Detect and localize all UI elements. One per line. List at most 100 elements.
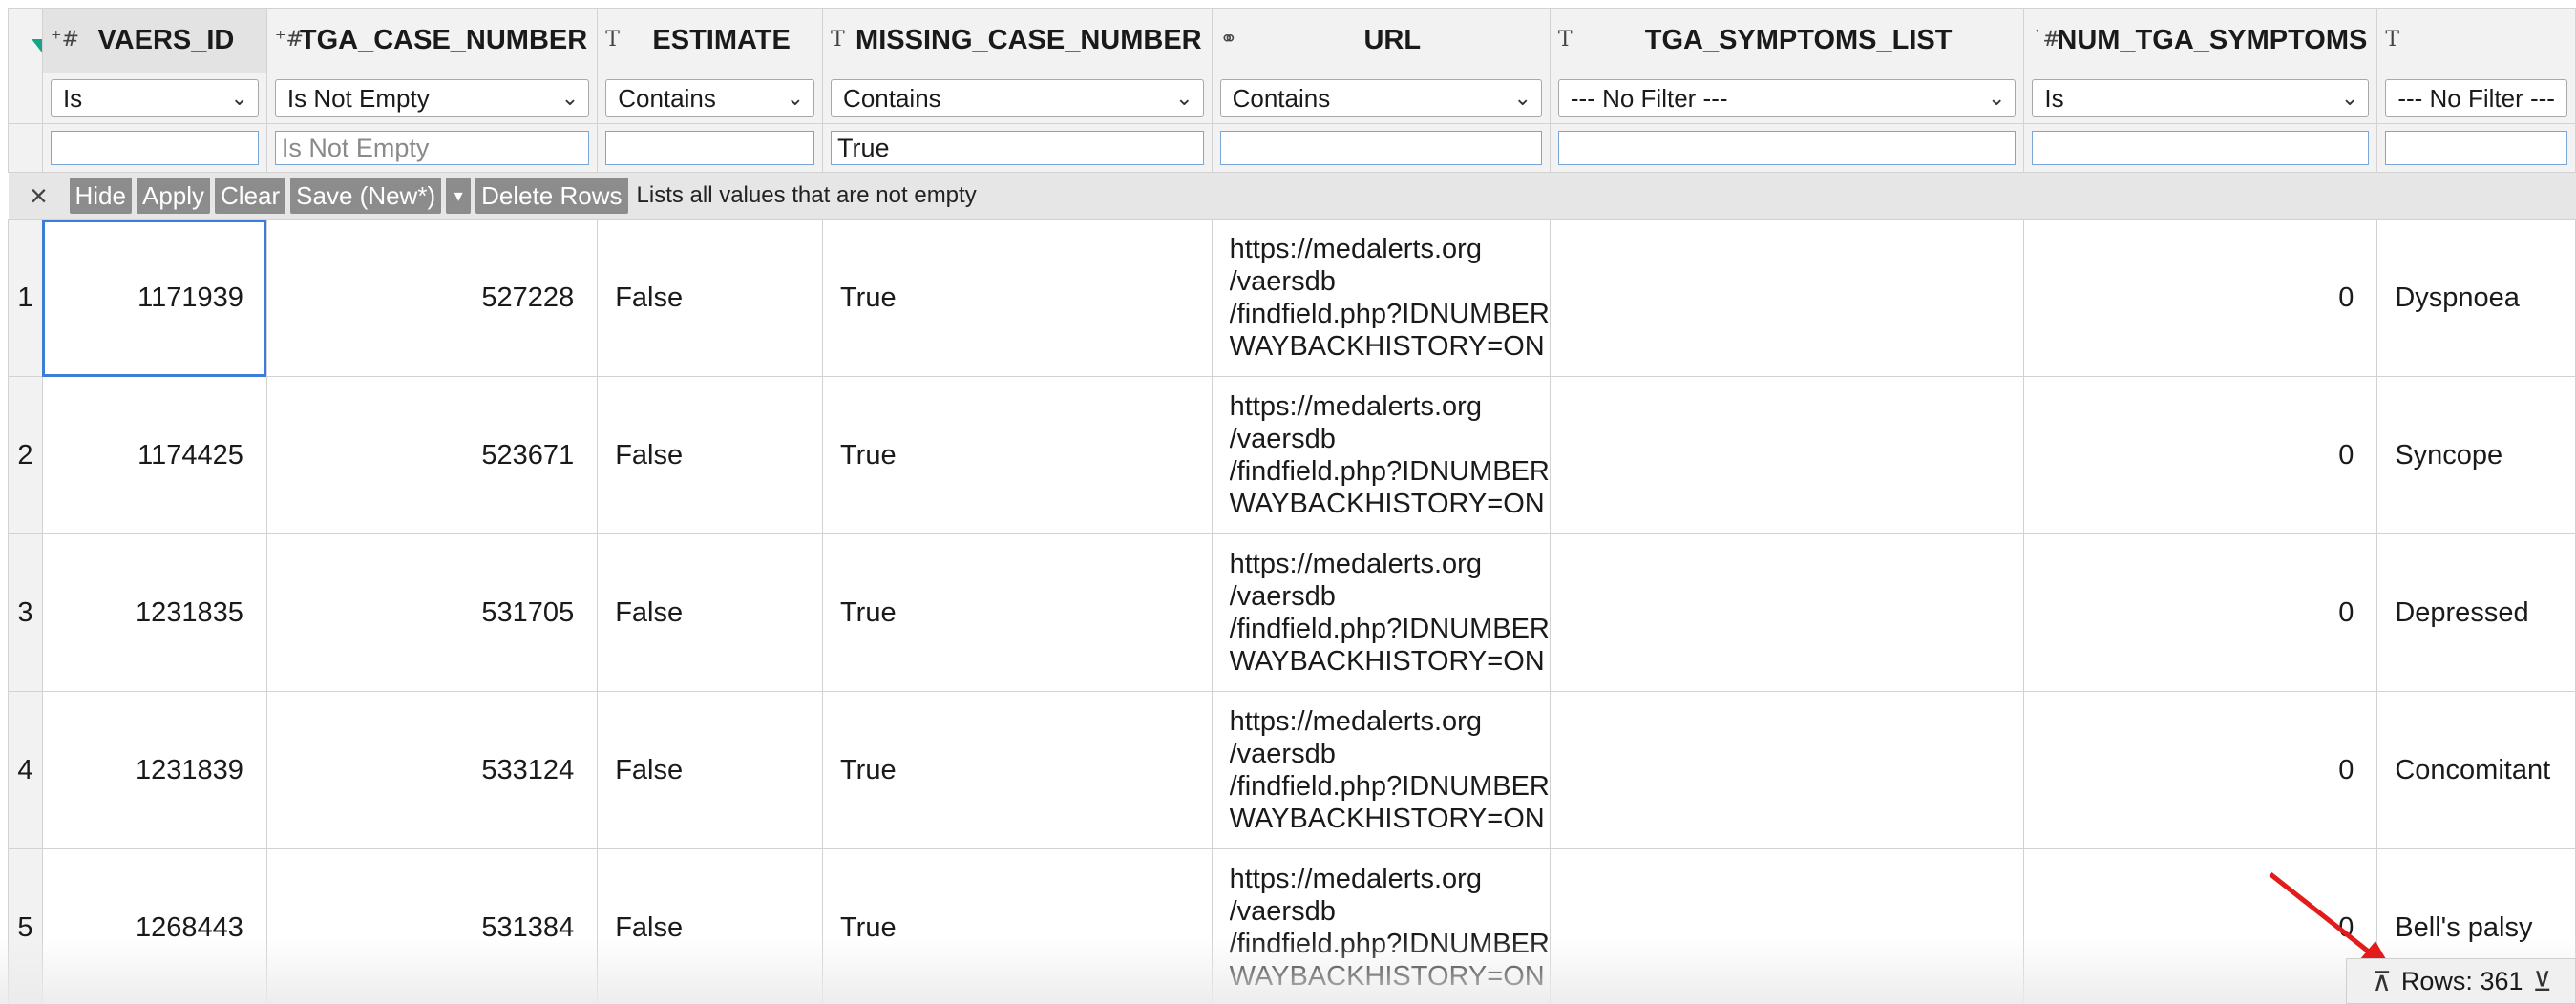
cell-next[interactable]: Concomitant <box>2376 691 2576 849</box>
delete-rows-button[interactable]: Delete Rows <box>475 178 628 214</box>
filter-value-input-next[interactable] <box>2385 131 2567 165</box>
cell-tga-symptoms-list[interactable] <box>1549 533 2025 692</box>
cell-tga-case-number[interactable]: 533124 <box>265 691 599 849</box>
cell-vaers-id[interactable]: 1231839 <box>41 691 267 849</box>
cell-tga-symptoms-list[interactable] <box>1549 376 2025 534</box>
filter-actions-cell: × Hide Apply Clear Save (New*) ▾ Delete … <box>8 172 2576 220</box>
cell-vaers-id[interactable]: 1171939 <box>41 219 267 377</box>
number-key-type-icon: ⁺# <box>50 28 79 52</box>
table-row[interactable]: 4 1231839 533124 False True https://meda… <box>8 691 2576 849</box>
table-row[interactable]: 5 1268443 531384 False True https://meda… <box>8 848 2576 1004</box>
cell-url[interactable]: https://medalerts.org /vaersdb /findfiel… <box>1211 848 1551 1004</box>
row-number[interactable]: 3 <box>8 533 43 692</box>
cell-missing-case-number[interactable]: True <box>822 376 1213 534</box>
filter-value-input-tga-case-number[interactable]: Is Not Empty <box>274 131 590 165</box>
scroll-to-top-icon[interactable]: ⊼ <box>2372 966 2392 997</box>
filter-value-cell: Is Not Empty <box>265 123 599 173</box>
cell-estimate[interactable]: False <box>597 691 824 849</box>
filter-operator-select-num-tga-symptoms[interactable]: Is ⌄ <box>2032 79 2370 117</box>
row-number[interactable]: 5 <box>8 848 43 1004</box>
filter-operator-cell: Is Not Empty ⌄ <box>265 73 599 124</box>
table-row[interactable]: 1 1171939 527228 False True https://meda… <box>8 219 2576 377</box>
cell-url[interactable]: https://medalerts.org /vaersdb /findfiel… <box>1211 376 1551 534</box>
cell-num-tga-symptoms[interactable]: 0 <box>2023 691 2378 849</box>
column-header-next[interactable]: T <box>2376 8 2576 73</box>
url-line: /findfield.php?IDNUMBER <box>1229 299 1550 329</box>
cell-num-tga-symptoms[interactable]: 0 <box>2023 376 2378 534</box>
cell-num-tga-symptoms[interactable]: 0 <box>2023 848 2378 1004</box>
cell-num-tga-symptoms[interactable]: 0 <box>2023 533 2378 692</box>
filter-operator-corner <box>8 73 43 124</box>
column-header-tga-case-number[interactable]: ⁺# TGA_CASE_NUMBER <box>265 8 599 73</box>
filter-value-cell: True <box>822 123 1213 173</box>
cell-url[interactable]: https://medalerts.org /vaersdb /findfiel… <box>1211 691 1551 849</box>
save-menu-caret-icon[interactable]: ▾ <box>446 178 472 214</box>
column-header-num-tga-symptoms[interactable]: ˙# NUM_TGA_SYMPTOMS <box>2023 8 2378 73</box>
filter-operator-select-url[interactable]: Contains ⌄ <box>1219 79 1542 117</box>
filter-funnel-icon[interactable] <box>30 35 42 73</box>
filter-toggle-cell[interactable] <box>8 8 43 73</box>
filter-value-input-url[interactable] <box>1219 131 1542 165</box>
url-line: https://medalerts.org <box>1229 549 1482 579</box>
filter-value-input-tga-symptoms-list[interactable] <box>1557 131 2016 165</box>
filter-operator-select-next[interactable]: --- No Filter --- <box>2385 79 2567 117</box>
cell-url[interactable]: https://medalerts.org /vaersdb /findfiel… <box>1211 219 1551 377</box>
filter-value-input-vaers-id[interactable] <box>50 131 259 165</box>
column-header-missing-case-number[interactable]: T MISSING_CASE_NUMBER <box>822 8 1213 73</box>
row-number[interactable]: 1 <box>8 219 43 377</box>
text-type-icon: T <box>2385 28 2400 52</box>
filter-operator-select-missing-case-number[interactable]: Contains ⌄ <box>831 79 1204 117</box>
filter-value-input-estimate[interactable] <box>605 131 815 165</box>
chevron-down-icon: ⌄ <box>1987 86 2006 110</box>
filter-operator-select-tga-symptoms-list[interactable]: --- No Filter --- ⌄ <box>1557 79 2016 117</box>
cell-tga-symptoms-list[interactable] <box>1549 691 2025 849</box>
filter-value-input-num-tga-symptoms[interactable] <box>2032 131 2370 165</box>
cell-url[interactable]: https://medalerts.org /vaersdb /findfiel… <box>1211 533 1551 692</box>
column-header-estimate[interactable]: T ESTIMATE <box>597 8 824 73</box>
cell-next[interactable]: Syncope <box>2376 376 2576 534</box>
filter-value-input-missing-case-number[interactable]: True <box>831 131 1204 165</box>
filter-operator-select-estimate[interactable]: Contains ⌄ <box>605 79 815 117</box>
cell-estimate[interactable]: False <box>597 533 824 692</box>
scroll-to-bottom-icon[interactable]: ⊻ <box>2533 966 2553 997</box>
cell-tga-symptoms-list[interactable] <box>1549 848 2025 1004</box>
column-header-tga-symptoms-list[interactable]: T TGA_SYMPTOMS_LIST <box>1549 8 2025 73</box>
url-line: /vaersdb <box>1229 424 1336 454</box>
cell-num-tga-symptoms[interactable]: 0 <box>2023 219 2378 377</box>
cell-tga-symptoms-list[interactable] <box>1549 219 2025 377</box>
table-row[interactable]: 3 1231835 531705 False True https://meda… <box>8 533 2576 692</box>
cell-missing-case-number[interactable]: True <box>822 848 1213 1004</box>
cell-vaers-id[interactable]: 1174425 <box>41 376 267 534</box>
cell-vaers-id[interactable]: 1231835 <box>41 533 267 692</box>
filter-operator-select-tga-case-number[interactable]: Is Not Empty ⌄ <box>274 79 590 117</box>
cell-estimate[interactable]: False <box>597 376 824 534</box>
row-count-status: ⊼ Rows: 361 ⊻ <box>2346 958 2576 1004</box>
cell-tga-case-number[interactable]: 531705 <box>265 533 599 692</box>
row-number[interactable]: 2 <box>8 376 43 534</box>
cell-missing-case-number[interactable]: True <box>822 533 1213 692</box>
column-header-vaers-id[interactable]: ⁺# VAERS_ID <box>41 8 267 73</box>
save-button[interactable]: Save (New*) <box>290 178 442 214</box>
apply-button[interactable]: Apply <box>136 178 211 214</box>
hide-button[interactable]: Hide <box>69 178 132 214</box>
cell-tga-case-number[interactable]: 523671 <box>265 376 599 534</box>
cell-missing-case-number[interactable]: True <box>822 691 1213 849</box>
cell-tga-case-number[interactable]: 531384 <box>265 848 599 1004</box>
cell-estimate[interactable]: False <box>597 848 824 1004</box>
filter-value-cell <box>1549 123 2025 173</box>
cell-estimate[interactable]: False <box>597 219 824 377</box>
cell-next[interactable]: Dyspnoea <box>2376 219 2576 377</box>
table-row[interactable]: 2 1174425 523671 False True https://meda… <box>8 376 2576 534</box>
number-key-type-icon: ⁺# <box>274 28 304 52</box>
clear-button[interactable]: Clear <box>215 178 286 214</box>
cell-missing-case-number[interactable]: True <box>822 219 1213 377</box>
filter-operator-select-vaers-id[interactable]: Is ⌄ <box>50 79 259 117</box>
close-icon[interactable]: × <box>9 178 70 214</box>
header-row: ⁺# VAERS_ID ⁺# TGA_CASE_NUMBER T ESTIMATE T… <box>8 8 2576 73</box>
row-number[interactable]: 4 <box>8 691 43 849</box>
cell-vaers-id[interactable]: 1268443 <box>41 848 267 1004</box>
filter-operator-cell: Contains ⌄ <box>1211 73 1551 124</box>
column-header-url[interactable]: ⚭ URL <box>1211 8 1551 73</box>
cell-tga-case-number[interactable]: 527228 <box>265 219 599 377</box>
cell-next[interactable]: Depressed <box>2376 533 2576 692</box>
